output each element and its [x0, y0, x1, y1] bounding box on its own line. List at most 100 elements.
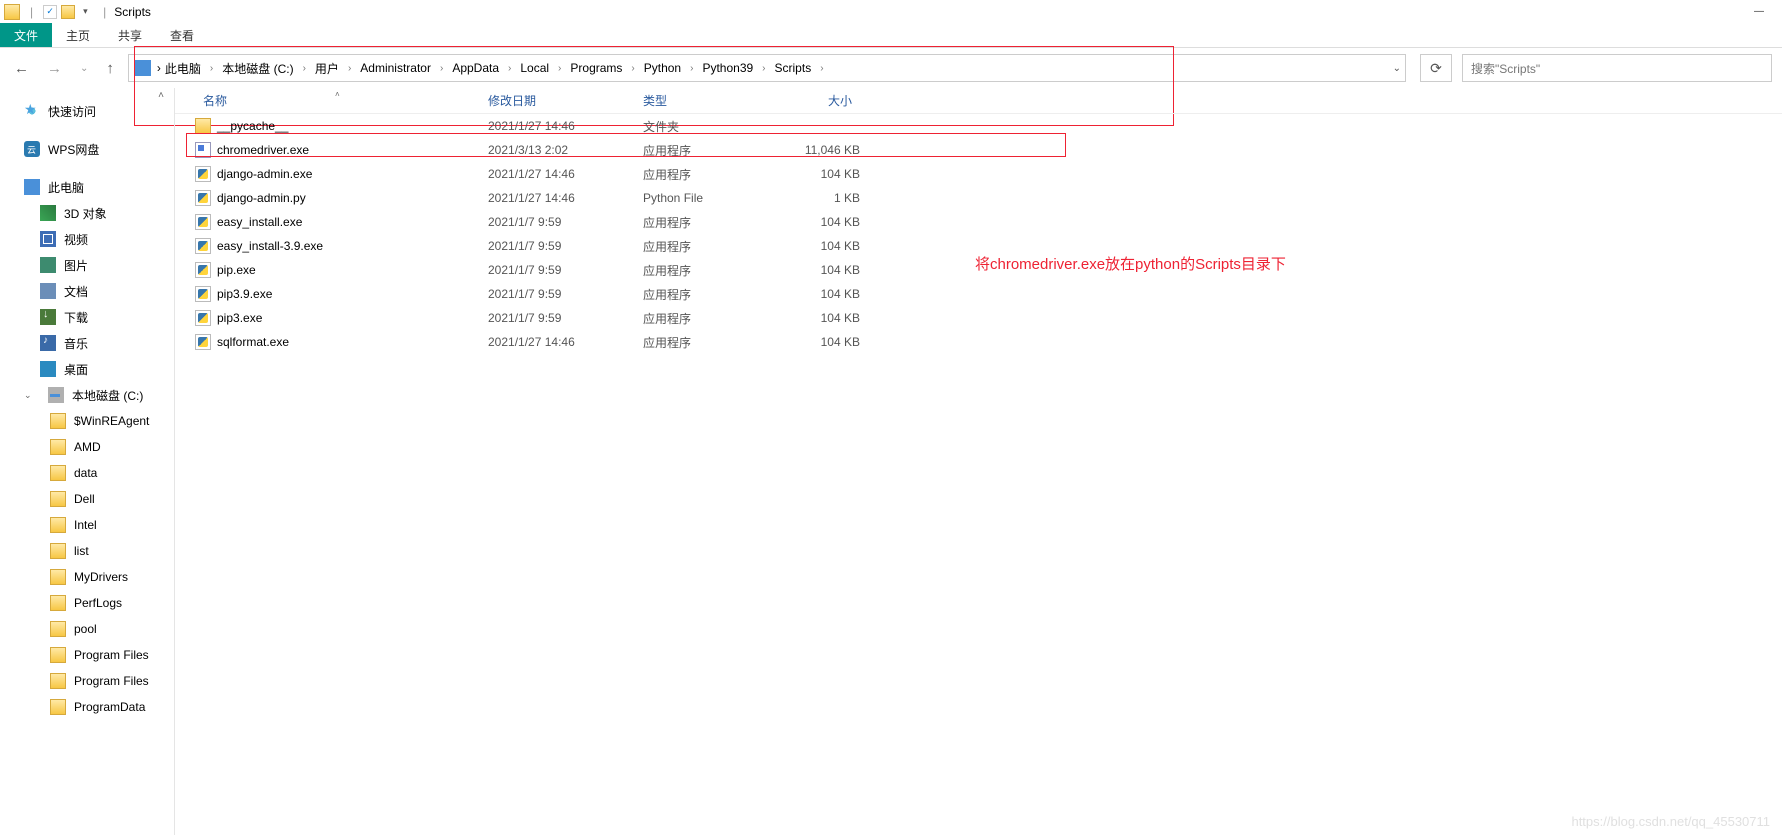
dl-icon	[40, 309, 56, 325]
chevron-right-icon[interactable]: ›	[555, 63, 564, 74]
sidebar-folder-item[interactable]: AMD	[0, 434, 174, 460]
file-date: 2021/1/7 9:59	[480, 263, 635, 277]
tab-share[interactable]: 共享	[104, 23, 156, 47]
breadcrumb-part[interactable]: Python	[640, 59, 685, 77]
file-row[interactable]: django-admin.py2021/1/27 14:46Python Fil…	[175, 186, 1782, 210]
collapse-tree-icon[interactable]: ˄	[158, 90, 164, 101]
tab-home[interactable]: 主页	[52, 23, 104, 47]
breadcrumb-part[interactable]: AppData	[448, 59, 503, 77]
sidebar-folder-item[interactable]: Program Files	[0, 668, 174, 694]
desk-icon	[40, 361, 56, 377]
breadcrumb-part[interactable]: 此电脑	[161, 58, 205, 79]
chevron-right-icon[interactable]: ›	[300, 63, 309, 74]
disk-icon	[48, 387, 64, 403]
sidebar-item[interactable]: 3D 对象	[0, 200, 174, 226]
minimize-button[interactable]: —	[1736, 0, 1782, 23]
qat-properties-icon[interactable]: ✓	[43, 5, 57, 19]
sidebar-item-label: 本地磁盘 (C:)	[72, 387, 143, 404]
sidebar-folder-item[interactable]: Dell	[0, 486, 174, 512]
file-row[interactable]: __pycache__2021/1/27 14:46文件夹	[175, 114, 1782, 138]
file-type: 应用程序	[635, 286, 770, 303]
sidebar-item[interactable]: 文档	[0, 278, 174, 304]
breadcrumb-part[interactable]: Python39	[698, 59, 757, 77]
tab-file[interactable]: 文件	[0, 23, 52, 47]
back-button[interactable]: ←	[14, 60, 29, 77]
forward-button[interactable]: →	[47, 60, 62, 77]
address-dropdown-icon[interactable]: ⌄	[1393, 63, 1401, 74]
breadcrumb-part[interactable]: 用户	[311, 58, 343, 79]
file-row[interactable]: django-admin.exe2021/1/27 14:46应用程序104 K…	[175, 162, 1782, 186]
chevron-right-icon[interactable]: ›	[687, 63, 696, 74]
breadcrumb-part[interactable]: Administrator	[356, 59, 435, 77]
sidebar-this-pc[interactable]: 此电脑	[0, 174, 174, 200]
sidebar-item[interactable]: 下载	[0, 304, 174, 330]
sidebar-item-label: MyDrivers	[74, 570, 128, 584]
column-type[interactable]: 类型	[635, 92, 770, 109]
file-type: 应用程序	[635, 310, 770, 327]
breadcrumb-part[interactable]: 本地磁盘 (C:)	[218, 58, 297, 79]
chevron-right-icon[interactable]: ›	[817, 63, 826, 74]
sidebar-item[interactable]: 音乐	[0, 330, 174, 356]
file-row[interactable]: chromedriver.exe2021/3/13 2:02应用程序11,046…	[175, 138, 1782, 162]
chevron-right-icon[interactable]: ›	[345, 63, 354, 74]
expand-icon[interactable]: ⌄	[24, 390, 34, 401]
qat-newfolder-icon[interactable]	[61, 5, 75, 19]
app-folder-icon	[4, 4, 20, 20]
folder-icon	[195, 118, 211, 134]
sidebar-folder-item[interactable]: $WinREAgent	[0, 408, 174, 434]
tab-view[interactable]: 查看	[156, 23, 208, 47]
sidebar-item-label: list	[74, 544, 89, 558]
chevron-right-icon[interactable]: ›	[628, 63, 637, 74]
chevron-right-icon[interactable]: ›	[207, 63, 216, 74]
file-list[interactable]: 名称˄ 修改日期 类型 大小 __pycache__2021/1/27 14:4…	[175, 88, 1782, 835]
file-date: 2021/1/27 14:46	[480, 191, 635, 205]
pyexe-icon	[195, 166, 211, 182]
sidebar-item-label: $WinREAgent	[74, 414, 149, 428]
sidebar-item[interactable]: 桌面	[0, 356, 174, 382]
sidebar-folder-item[interactable]: ProgramData	[0, 694, 174, 720]
sidebar-folder-item[interactable]: list	[0, 538, 174, 564]
sidebar-folder-item[interactable]: Intel	[0, 512, 174, 538]
sidebar-folder-item[interactable]: PerfLogs	[0, 590, 174, 616]
file-row[interactable]: pip3.9.exe2021/1/7 9:59应用程序104 KB	[175, 282, 1782, 306]
breadcrumb-part[interactable]: Programs	[566, 59, 626, 77]
chevron-right-icon[interactable]: ›	[759, 63, 768, 74]
file-row[interactable]: sqlformat.exe2021/1/27 14:46应用程序104 KB	[175, 330, 1782, 354]
sidebar-item[interactable]: 图片	[0, 252, 174, 278]
column-name[interactable]: 名称˄	[195, 92, 480, 109]
chevron-right-icon[interactable]: ›	[505, 63, 514, 74]
sidebar-item[interactable]: 视频	[0, 226, 174, 252]
qat-customize-icon[interactable]: ▾	[83, 6, 93, 17]
address-bar[interactable]: › 此电脑›本地磁盘 (C:)›用户›Administrator›AppData…	[128, 54, 1406, 82]
file-size: 104 KB	[770, 335, 860, 349]
column-date[interactable]: 修改日期	[480, 92, 635, 109]
sidebar-item-label: Program Files	[74, 674, 149, 688]
column-size[interactable]: 大小	[770, 92, 860, 109]
refresh-button[interactable]: ⟳	[1420, 54, 1452, 82]
sidebar-item[interactable]: ⌄ 本地磁盘 (C:)	[0, 382, 174, 408]
file-date: 2021/3/13 2:02	[480, 143, 635, 157]
music-icon	[40, 335, 56, 351]
search-input[interactable]: 搜索"Scripts"	[1462, 54, 1772, 82]
video-icon	[40, 231, 56, 247]
recent-dropdown-icon[interactable]: ⌄	[80, 63, 88, 74]
breadcrumb-part[interactable]: Scripts	[771, 59, 816, 77]
up-button[interactable]: ↑	[106, 60, 114, 77]
sidebar-folder-item[interactable]: MyDrivers	[0, 564, 174, 590]
breadcrumb-part[interactable]: Local	[516, 59, 553, 77]
sidebar-wps[interactable]: WPS网盘	[0, 136, 174, 162]
file-size: 104 KB	[770, 167, 860, 181]
file-row[interactable]: pip3.exe2021/1/7 9:59应用程序104 KB	[175, 306, 1782, 330]
chevron-right-icon[interactable]: ›	[437, 63, 446, 74]
folder-icon	[50, 569, 66, 585]
window-controls: —	[1736, 0, 1782, 23]
sidebar-folder-item[interactable]: pool	[0, 616, 174, 642]
sidebar-item-label: Dell	[74, 492, 95, 506]
nav-tree[interactable]: ˄ 快速访问 WPS网盘 此电脑 3D 对象视频图片文档下载音乐桌面 ⌄ 本地磁盘 …	[0, 88, 175, 835]
folder-icon	[50, 621, 66, 637]
breadcrumb: 此电脑›本地磁盘 (C:)›用户›Administrator›AppData›L…	[161, 58, 1399, 79]
file-row[interactable]: easy_install.exe2021/1/7 9:59应用程序104 KB	[175, 210, 1782, 234]
sidebar-quick-access[interactable]: 快速访问	[0, 98, 174, 124]
sidebar-folder-item[interactable]: data	[0, 460, 174, 486]
sidebar-folder-item[interactable]: Program Files	[0, 642, 174, 668]
